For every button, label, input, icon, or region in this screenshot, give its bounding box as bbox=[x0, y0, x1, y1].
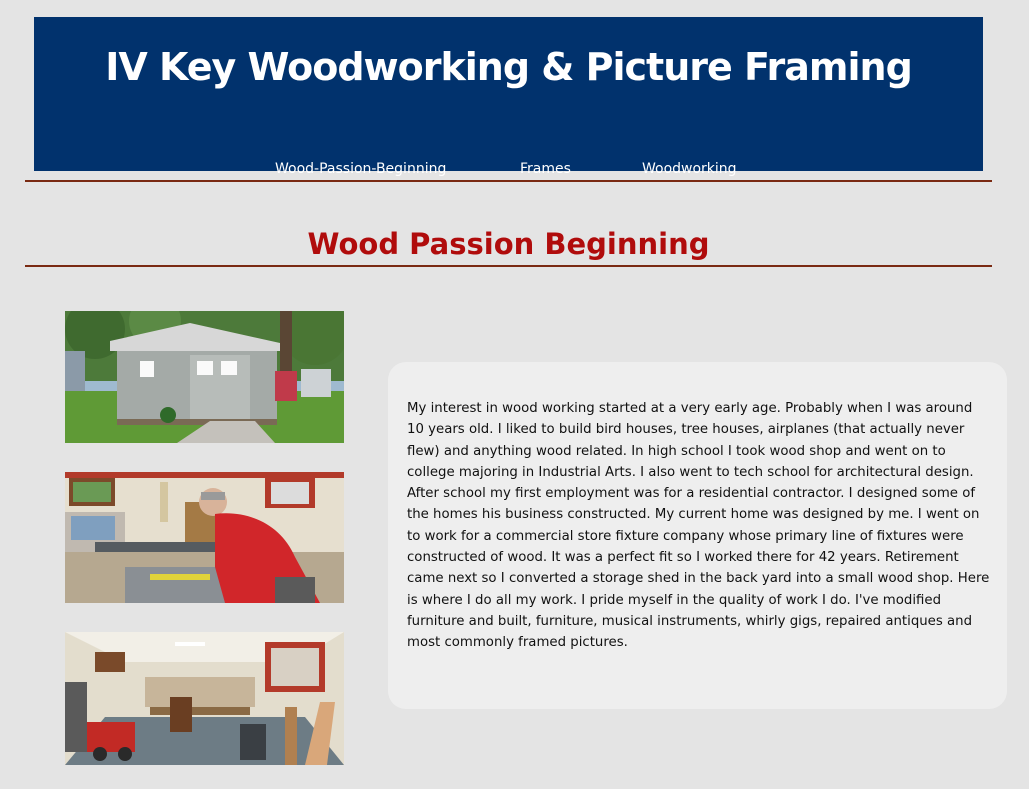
nav-item-woodworking[interactable]: Woodworking bbox=[642, 160, 737, 178]
site-title: IV Key Woodworking & Picture Framing bbox=[105, 45, 913, 89]
site-header: IV Key Woodworking & Picture Framing Woo… bbox=[34, 17, 983, 177]
nav-item-wood-passion-beginning[interactable]: Wood-Passion-Beginning bbox=[275, 160, 446, 178]
story-card: My interest in wood working started at a… bbox=[388, 362, 1007, 709]
story-text: My interest in wood working started at a… bbox=[407, 401, 990, 651]
bottom-divider bbox=[25, 265, 992, 267]
main-nav: Wood-Passion-Beginning Frames Woodworkin… bbox=[34, 160, 983, 180]
workbench-man-photo bbox=[65, 472, 344, 603]
page-title: Wood Passion Beginning bbox=[307, 227, 710, 262]
shop-interior-photo bbox=[65, 632, 344, 765]
top-divider bbox=[25, 180, 992, 182]
shed-exterior-photo bbox=[65, 311, 344, 443]
nav-item-frames[interactable]: Frames bbox=[520, 160, 571, 178]
